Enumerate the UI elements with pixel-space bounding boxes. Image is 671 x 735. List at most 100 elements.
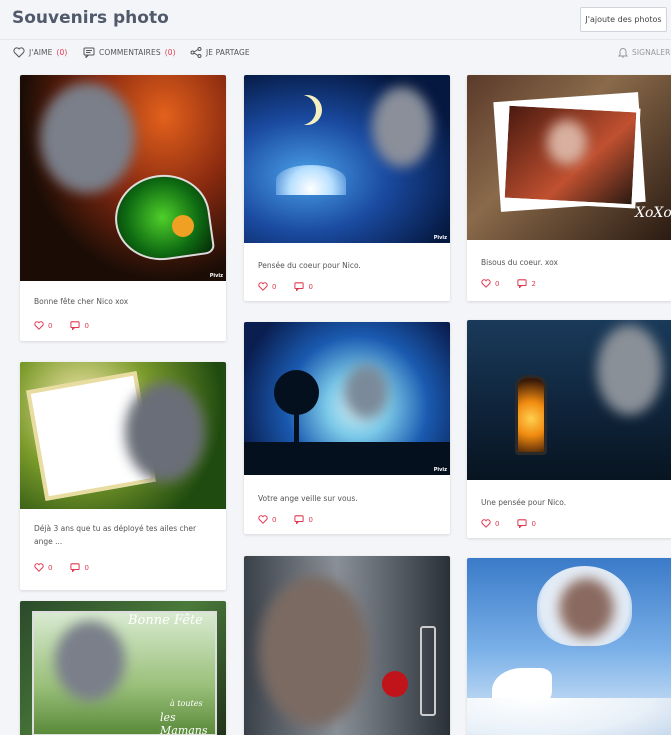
photo-caption: Votre ange veille sur vous.: [258, 494, 358, 503]
comment-icon: [70, 321, 81, 330]
photo-image[interactable]: Bonne Fête à toutes les Mamans: [20, 601, 226, 735]
photo-card[interactable]: Déjà 3 ans que tu as déployé tes ailes c…: [20, 362, 226, 590]
comment-count: 0: [308, 282, 313, 291]
comment-count: 0: [84, 321, 89, 330]
clouds: [467, 698, 671, 735]
photo-comment[interactable]: 0: [70, 563, 89, 572]
blurred-portrait: [125, 382, 205, 482]
photo-card[interactable]: Bonne Fête à toutes les Mamans: [20, 601, 226, 735]
rose: [172, 215, 194, 237]
red-rose: [382, 671, 408, 697]
lantern: [515, 375, 547, 455]
watermark: Piviz: [433, 467, 447, 473]
comments-action[interactable]: COMMENTAIRES (0): [83, 47, 176, 58]
heart-icon: [258, 515, 268, 524]
overlay-text: à toutes: [170, 699, 203, 708]
blurred-portrait: [40, 83, 135, 193]
blurred-portrait: [559, 578, 614, 638]
photo-comment[interactable]: 2: [517, 279, 536, 288]
comment-icon: [70, 563, 81, 572]
photo-card[interactable]: Piviz Bonne fête cher Nico xox 0 0: [20, 75, 226, 341]
overlay-text: les Mamans: [160, 711, 208, 735]
blurred-portrait: [344, 364, 389, 419]
comment-icon: [294, 282, 305, 291]
photo-image[interactable]: [467, 558, 671, 735]
share-action[interactable]: JE PARTAGE: [190, 47, 250, 58]
heart-icon: [34, 321, 44, 330]
like-label: J'AIME: [29, 48, 53, 57]
photo-card[interactable]: XoXo Bisous du coeur. xox 0 2: [467, 75, 671, 301]
share-icon: [190, 47, 202, 58]
photo-stats: 0 0: [481, 519, 536, 528]
like-count: 0: [495, 519, 500, 528]
photo-stats: 0 0: [34, 321, 89, 330]
comments-label: COMMENTAIRES: [99, 48, 161, 57]
blurred-portrait: [547, 120, 587, 165]
page-header: Souvenirs photo J'ajoute des photos: [0, 0, 671, 40]
blurred-portrait: [372, 87, 432, 167]
page-title: Souvenirs photo: [12, 8, 169, 28]
photo-caption: Bonne fête cher Nico xox: [34, 297, 129, 306]
bell-icon: [618, 48, 628, 58]
crescent-moon: [286, 95, 316, 125]
photo-card[interactable]: [467, 558, 671, 735]
photo-image[interactable]: Piviz: [244, 75, 450, 243]
photo-card[interactable]: Une pensée pour Nico. 0 0: [467, 320, 671, 538]
photo-card[interactable]: [244, 556, 450, 735]
photo-like[interactable]: 0: [34, 563, 52, 572]
photo-stats: 0 0: [258, 282, 313, 291]
water-lily: [276, 165, 346, 195]
heart-icon: [258, 282, 268, 291]
photo-card[interactable]: Piviz Pensée du coeur pour Nico. 0 0: [244, 75, 450, 301]
blurred-portrait: [259, 576, 369, 726]
comment-count: 2: [531, 279, 536, 288]
love-pendant: [420, 626, 436, 716]
photo-like[interactable]: 0: [481, 279, 499, 288]
photo-like[interactable]: 0: [258, 282, 276, 291]
comment-icon: [83, 47, 95, 58]
comment-icon: [294, 515, 305, 524]
like-count: 0: [495, 279, 500, 288]
photo-stats: 0 0: [258, 515, 313, 524]
comment-icon: [517, 519, 528, 528]
heart-icon: [34, 563, 44, 572]
overlay-text: XoXo: [635, 205, 671, 221]
photo-image[interactable]: Piviz: [20, 75, 226, 281]
comments-count: (0): [164, 48, 176, 57]
photo-like[interactable]: 0: [258, 515, 276, 524]
photo-comment[interactable]: 0: [294, 515, 313, 524]
photo-image[interactable]: [467, 320, 671, 480]
like-count: 0: [272, 282, 277, 291]
blurred-portrait: [55, 621, 125, 701]
photo-caption: Déjà 3 ans que tu as déployé tes ailes c…: [34, 524, 197, 546]
tree-trunk: [294, 407, 299, 447]
photo-comment[interactable]: 0: [294, 282, 313, 291]
like-count: (0): [56, 48, 68, 57]
heart-icon: [481, 519, 491, 528]
photo-like[interactable]: 0: [34, 321, 52, 330]
photo-image[interactable]: [244, 556, 450, 735]
comment-icon: [517, 279, 528, 288]
photo-image[interactable]: [20, 362, 226, 509]
action-bar: J'AIME (0) COMMENTAIRES (0) JE PARTAGE S…: [0, 44, 671, 64]
photo-image[interactable]: XoXo: [467, 75, 671, 240]
heart-shape: [109, 168, 216, 267]
photo-image[interactable]: Piviz: [244, 322, 450, 475]
share-label: JE PARTAGE: [206, 48, 250, 57]
like-count: 0: [48, 321, 53, 330]
watermark: Piviz: [209, 273, 223, 279]
like-count: 0: [48, 563, 53, 572]
photo-comment[interactable]: 0: [70, 321, 89, 330]
add-photos-button[interactable]: J'ajoute des photos: [580, 7, 667, 32]
photo-comment[interactable]: 0: [517, 519, 536, 528]
report-action[interactable]: SIGNALER: [618, 47, 670, 58]
like-action[interactable]: J'AIME (0): [13, 47, 67, 58]
comment-count: 0: [84, 563, 89, 572]
comment-count: 0: [308, 515, 313, 524]
heart-icon: [13, 47, 25, 58]
heart-icon: [481, 279, 491, 288]
report-label: SIGNALER: [632, 48, 671, 57]
watermark: Piviz: [433, 235, 447, 241]
photo-card[interactable]: Piviz Votre ange veille sur vous. 0 0: [244, 322, 450, 534]
photo-like[interactable]: 0: [481, 519, 499, 528]
